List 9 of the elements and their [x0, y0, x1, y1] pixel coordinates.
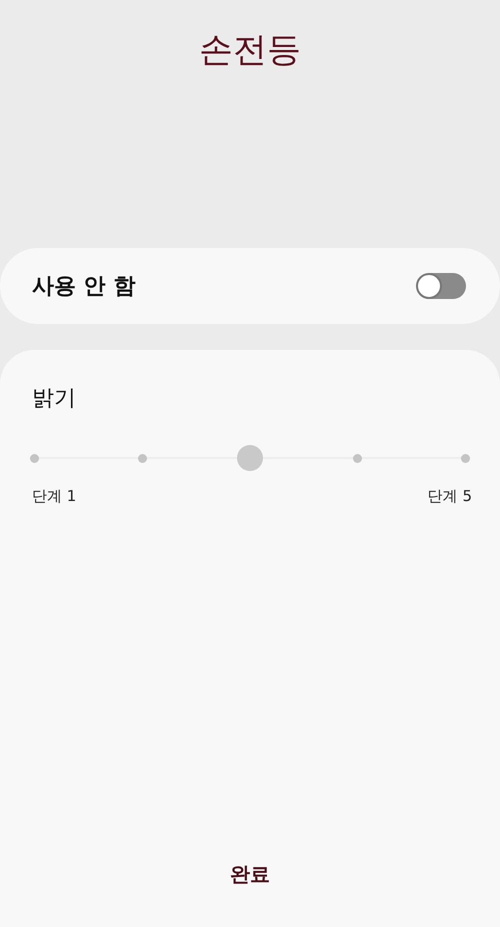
- switch-label: 사용 안 함: [32, 272, 136, 300]
- toggle-switch[interactable]: [418, 273, 466, 299]
- max-step-label: 단계 5: [428, 486, 472, 507]
- slider-thumb[interactable]: [237, 445, 263, 471]
- min-step-label: 단계 1: [31, 486, 78, 507]
- page-title: 손전등: [199, 29, 301, 72]
- done-button[interactable]: 완료: [214, 855, 286, 893]
- brightness-slider[interactable]: [30, 445, 470, 471]
- brightness-label: 밝기: [31, 385, 77, 413]
